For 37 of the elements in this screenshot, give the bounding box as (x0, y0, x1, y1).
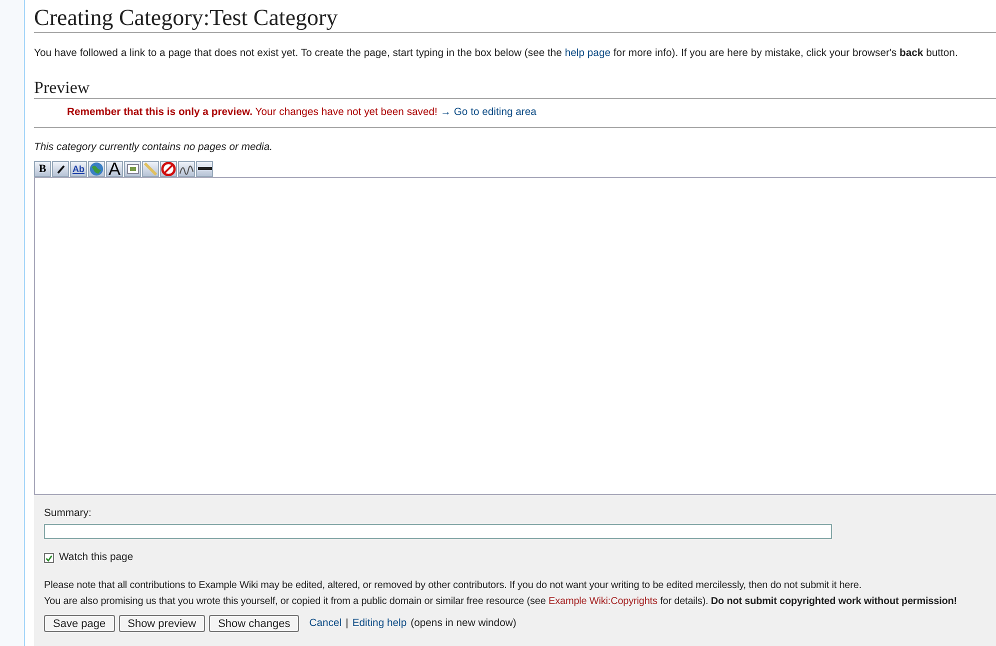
goto-editing-link[interactable]: Go to editing area (454, 107, 536, 118)
editing-help-link[interactable]: Editing help (352, 618, 407, 629)
watch-label: Watch this page (59, 551, 134, 565)
summary-input[interactable] (44, 524, 832, 539)
help-note: (opens in new window) (410, 618, 516, 629)
stroke-icon (143, 162, 158, 176)
separator-glyph: | (346, 618, 348, 629)
bold-toolbar-button[interactable]: B (34, 161, 51, 177)
contribution-notice: Please note that all contributions to Example Wiki may be edited, altered, or removed by other contributors. If you do not want your writing to be edited mercilessly, then do not submit it here. (44, 579, 862, 593)
copyright-notice: You are also promising us that you wrote this yourself, or copied it from a public domain or similar free resource (see Example Wiki:Copyrights for details). Do not submit copyrighted work without permission! (44, 595, 958, 609)
watch-checkbox[interactable] (44, 553, 54, 563)
link-toolbar-button[interactable]: Ab (70, 161, 87, 177)
form-button[interactable]: Show changes (209, 615, 300, 632)
prohibited-icon (161, 162, 176, 176)
intro-text: You have followed a link to a page that does not exist yet. To create the page, start typing in the box below (see the help page for more info). If you are here by mistake, click your browser's back button. (34, 47, 959, 61)
rule-toolbar-button[interactable] (196, 161, 213, 177)
headline-toolbar-button[interactable]: A (106, 161, 123, 177)
globe-icon (89, 162, 104, 176)
slash-icon (54, 163, 66, 175)
cancel-link[interactable]: Cancel (309, 618, 342, 629)
form-button[interactable]: Show preview (118, 615, 206, 632)
page-title: Creating Category:Test Category (34, 5, 996, 33)
preview-heading: Preview (34, 78, 996, 99)
preview-warning: Remember that this is only a preview. Your changes have not yet been saved! (67, 107, 438, 118)
check-icon (45, 554, 53, 562)
form-button[interactable]: Save page (44, 615, 115, 632)
italic-toolbar-button[interactable] (52, 161, 69, 177)
category-note: This category currently contains no pages or media. (34, 141, 274, 155)
image-toolbar-button[interactable] (124, 161, 141, 177)
summary-label: Summary: (44, 507, 92, 521)
globe-toolbar-button[interactable] (88, 161, 105, 177)
copyrights-link[interactable]: Example Wiki:Copyrights (548, 596, 658, 607)
nowiki-toolbar-button[interactable] (160, 161, 177, 177)
help-link[interactable]: help page (564, 48, 611, 59)
arrow-glyph: → (440, 107, 451, 118)
signature-toolbar-button[interactable] (178, 161, 195, 177)
picture-icon (126, 164, 138, 174)
